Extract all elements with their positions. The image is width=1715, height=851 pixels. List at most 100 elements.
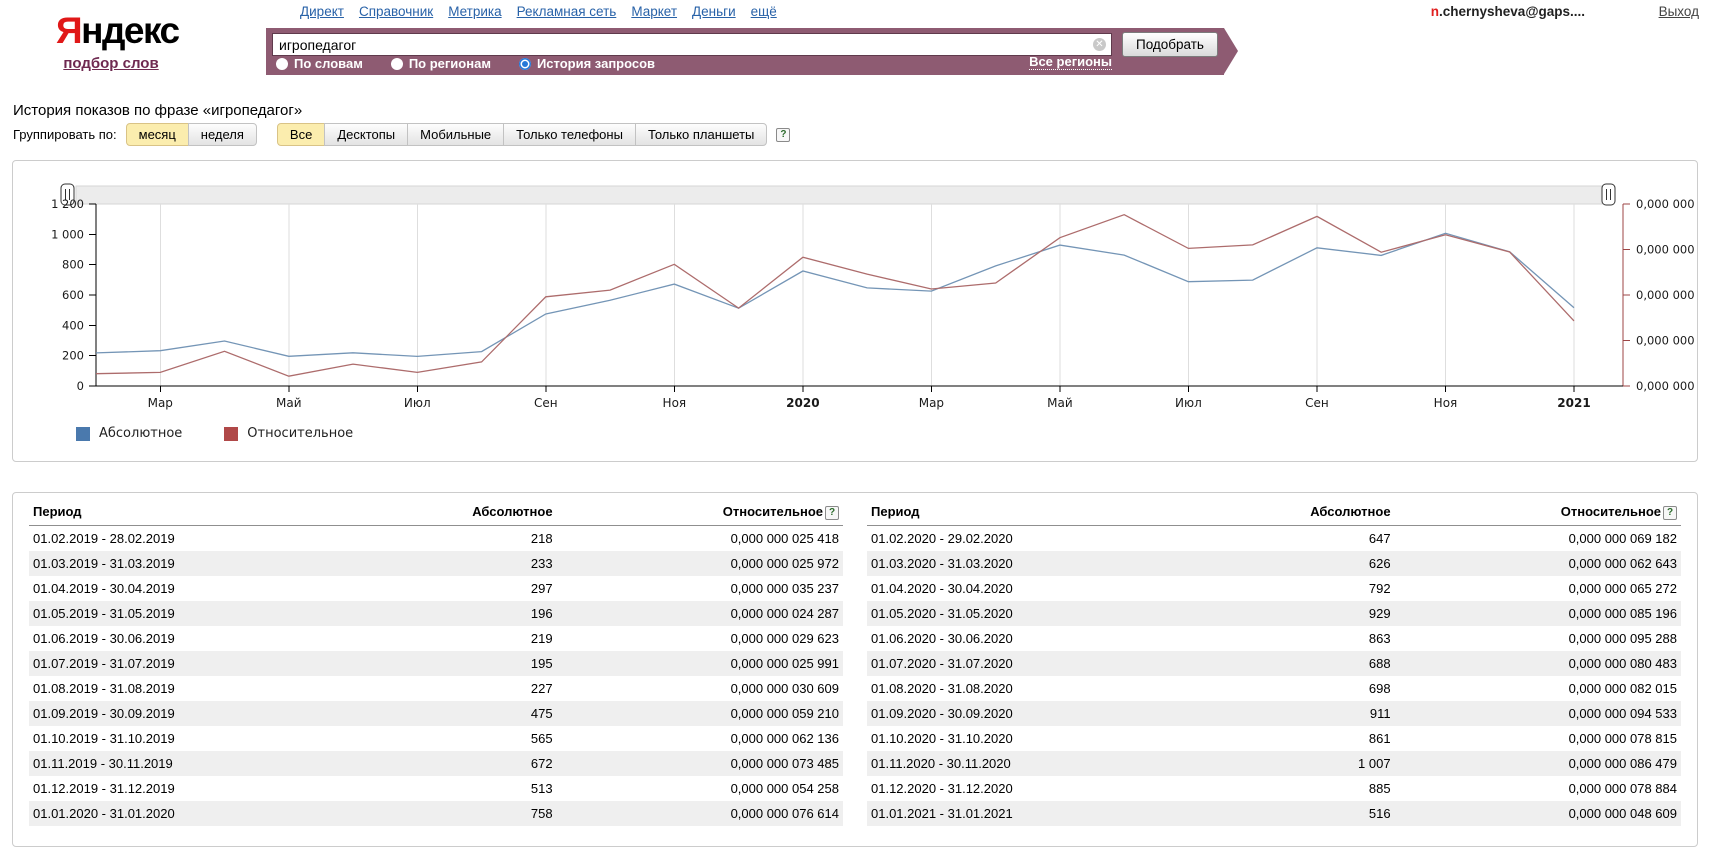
- radio-icon[interactable]: [391, 58, 403, 70]
- left-axis-tick-label: 400: [62, 318, 84, 332]
- device-button-4[interactable]: Только планшеты: [635, 123, 767, 146]
- legend-item-0: Абсолютное: [76, 426, 182, 441]
- radio-icon[interactable]: [276, 58, 288, 70]
- legend-item-1: Относительное: [224, 426, 353, 441]
- absolute-cell: 218: [343, 525, 583, 551]
- search-mode-0[interactable]: По словам: [276, 56, 363, 71]
- x-axis-tick-label: Май: [276, 396, 302, 410]
- relative-cell: 0,000 000 078 884: [1421, 776, 1681, 801]
- relative-cell: 0,000 000 082 015: [1421, 676, 1681, 701]
- nav-link-1[interactable]: Справочник: [359, 4, 433, 19]
- absolute-cell: 219: [343, 626, 583, 651]
- yandex-logo[interactable]: Яндекс: [56, 12, 166, 49]
- search-mode-label: По словам: [294, 56, 363, 71]
- period-cell: 01.10.2020 - 31.10.2020: [867, 726, 1181, 751]
- absolute-cell: 698: [1181, 676, 1421, 701]
- table-row: 01.07.2019 - 31.07.20191950,000 000 025 …: [29, 651, 843, 676]
- absolute-cell: 861: [1181, 726, 1421, 751]
- table-row: 01.04.2019 - 30.04.20192970,000 000 035 …: [29, 576, 843, 601]
- relative-cell: 0,000 000 025 991: [583, 651, 843, 676]
- range-slider-track[interactable]: [76, 186, 1602, 204]
- absolute-cell: 758: [343, 801, 583, 826]
- table-row: 01.01.2020 - 31.01.20207580,000 000 076 …: [29, 801, 843, 826]
- period-tables: ПериодАбсолютноеОтносительное?01.02.2019…: [29, 498, 1681, 826]
- table-row: 01.08.2020 - 31.08.20206980,000 000 082 …: [867, 676, 1681, 701]
- logo-rest: ндекс: [81, 10, 179, 51]
- absolute-cell: 227: [343, 676, 583, 701]
- group-by-button-0[interactable]: месяц: [126, 123, 189, 146]
- x-axis-tick-label: Май: [1047, 396, 1073, 410]
- x-axis-tick-label: Июл: [404, 396, 431, 410]
- logout-link[interactable]: Выход: [1659, 4, 1699, 19]
- table-row: 01.12.2019 - 31.12.20195130,000 000 054 …: [29, 776, 843, 801]
- radio-selected-icon[interactable]: [519, 58, 531, 70]
- table-row: 01.07.2020 - 31.07.20206880,000 000 080 …: [867, 651, 1681, 676]
- relative-cell: 0,000 000 062 643: [1421, 551, 1681, 576]
- account-email-initial: n: [1431, 4, 1439, 19]
- nav-link-6[interactable]: ещё: [751, 4, 777, 19]
- right-axis-tick-label: 0,000 000 02: [1636, 379, 1697, 393]
- query-wrap: ✕: [272, 33, 1112, 56]
- table-row: 01.12.2020 - 31.12.20208850,000 000 078 …: [867, 776, 1681, 801]
- table-row: 01.05.2020 - 31.05.20209290,000 000 085 …: [867, 601, 1681, 626]
- period-cell: 01.08.2019 - 31.08.2019: [29, 676, 343, 701]
- period-cell: 01.03.2019 - 31.03.2019: [29, 551, 343, 576]
- column-header-1: Абсолютное: [343, 498, 583, 525]
- chart-panel: 02004006008001 0001 2000,000 000 020,000…: [12, 160, 1698, 462]
- wordstat-home-link[interactable]: подбор слов: [63, 55, 158, 72]
- table-row: 01.01.2021 - 31.01.20215160,000 000 048 …: [867, 801, 1681, 826]
- left-axis-tick-label: 1 000: [51, 227, 84, 241]
- x-axis-tick-label: Ноя: [663, 396, 687, 410]
- left-axis-tick-label: 0: [77, 379, 84, 393]
- nav-link-3[interactable]: Рекламная сеть: [517, 4, 617, 19]
- search-input[interactable]: [272, 33, 1112, 56]
- legend-label: Относительное: [247, 426, 353, 441]
- column-header-2: Относительное?: [583, 498, 843, 525]
- group-by-button-1[interactable]: неделя: [188, 123, 257, 146]
- device-button-1[interactable]: Десктопы: [324, 123, 408, 146]
- period-cell: 01.06.2019 - 30.06.2019: [29, 626, 343, 651]
- search-mode-1[interactable]: По регионам: [391, 56, 491, 71]
- device-button-2[interactable]: Мобильные: [407, 123, 504, 146]
- nav-link-4[interactable]: Маркет: [631, 4, 677, 19]
- logo-first-letter: Я: [56, 10, 81, 51]
- absolute-cell: 1 007: [1181, 751, 1421, 776]
- all-regions-link[interactable]: Все регионы: [1029, 54, 1112, 70]
- device-button-0[interactable]: Все: [277, 123, 325, 146]
- relative-cell: 0,000 000 069 182: [1421, 525, 1681, 551]
- nav-link-5[interactable]: Деньги: [692, 4, 736, 19]
- table-row: 01.06.2019 - 30.06.20192190,000 000 029 …: [29, 626, 843, 651]
- search-bar: ✕ Подобрать По словам По регионам История …: [266, 28, 1224, 75]
- account-email: n.chernysheva@gaps....: [1431, 4, 1585, 19]
- device-button-3[interactable]: Только телефоны: [503, 123, 636, 146]
- chart-legend: Абсолютное Относительное: [76, 426, 1697, 441]
- slider-handle-right[interactable]: [1602, 184, 1615, 205]
- relative-cell: 0,000 000 094 533: [1421, 701, 1681, 726]
- absolute-cell: 688: [1181, 651, 1421, 676]
- period-cell: 01.04.2019 - 30.04.2019: [29, 576, 343, 601]
- relative-cell: 0,000 000 086 479: [1421, 751, 1681, 776]
- absolute-cell: 565: [343, 726, 583, 751]
- relative-cell: 0,000 000 048 609: [1421, 801, 1681, 826]
- submit-button[interactable]: Подобрать: [1122, 32, 1218, 57]
- table-row: 01.02.2020 - 29.02.20206470,000 000 069 …: [867, 525, 1681, 551]
- relative-cell: 0,000 000 024 287: [583, 601, 843, 626]
- clear-input-icon[interactable]: ✕: [1093, 38, 1106, 51]
- relative-cell: 0,000 000 095 288: [1421, 626, 1681, 651]
- relative-cell: 0,000 000 080 483: [1421, 651, 1681, 676]
- relative-cell: 0,000 000 054 258: [583, 776, 843, 801]
- absolute-cell: 475: [343, 701, 583, 726]
- table-row: 01.03.2020 - 31.03.20206260,000 000 062 …: [867, 551, 1681, 576]
- nav-link-2[interactable]: Метрика: [448, 4, 501, 19]
- search-mode-2[interactable]: История запросов: [519, 56, 655, 71]
- group-by-buttons: месяцнеделя: [126, 123, 257, 146]
- period-cell: 01.12.2019 - 31.12.2019: [29, 776, 343, 801]
- relative-help-icon[interactable]: ?: [1663, 506, 1677, 520]
- relative-help-icon[interactable]: ?: [825, 506, 839, 520]
- table-row: 01.08.2019 - 31.08.20192270,000 000 030 …: [29, 676, 843, 701]
- table-row: 01.05.2019 - 31.05.20191960,000 000 024 …: [29, 601, 843, 626]
- x-axis-tick-label: Сен: [534, 396, 558, 410]
- nav-link-0[interactable]: Директ: [300, 4, 344, 19]
- device-buttons: ВсеДесктопыМобильныеТолько телефоныТольк…: [277, 123, 767, 146]
- filters-help-icon[interactable]: ?: [776, 128, 790, 142]
